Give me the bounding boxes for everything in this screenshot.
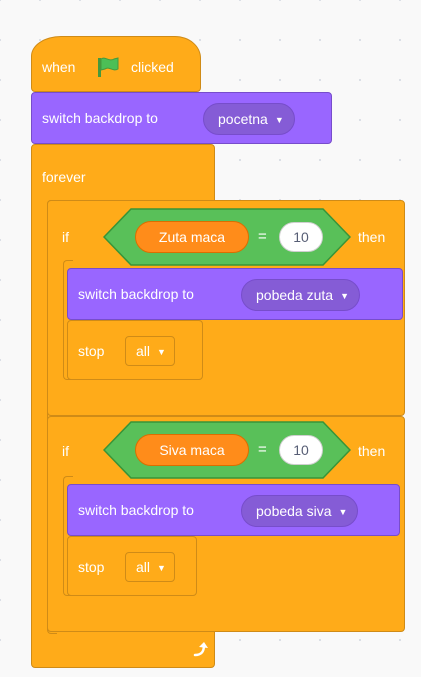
backdrop-dropdown[interactable]: pocetna ▼ (203, 103, 295, 135)
switch-backdrop-label: switch backdrop to (78, 502, 194, 518)
stop-option-value: all (136, 343, 151, 359)
if-label: if (62, 229, 69, 245)
chevron-down-icon: ▼ (338, 507, 348, 517)
variable-reporter[interactable]: Zuta maca (135, 221, 249, 253)
backdrop-dropdown-value: pobeda zuta (256, 287, 334, 303)
block-text-clicked: clicked (131, 59, 174, 75)
loop-arrow-icon (192, 641, 210, 657)
chevron-down-icon: ▼ (340, 291, 349, 301)
green-flag-icon (94, 56, 122, 78)
chevron-down-icon: ▼ (157, 563, 166, 573)
equals-operator-block[interactable]: Zuta maca = 10 (103, 208, 351, 266)
switch-backdrop-label: switch backdrop to (78, 286, 194, 302)
switch-backdrop-block[interactable]: switch backdrop to pobeda siva ▼ (67, 484, 400, 536)
backdrop-dropdown[interactable]: pobeda siva ▼ (241, 495, 359, 527)
switch-backdrop-block[interactable]: switch backdrop to pobeda zuta ▼ (67, 268, 403, 320)
stop-option-dropdown[interactable]: all ▼ (125, 336, 175, 366)
stop-block[interactable]: stop all ▼ (67, 536, 197, 596)
block-text-when: when (42, 59, 76, 75)
equals-operator-block[interactable]: Siva maca = 10 (103, 421, 351, 479)
stop-option-dropdown[interactable]: all ▼ (125, 552, 175, 582)
then-label: then (358, 443, 386, 459)
backdrop-dropdown-value: pocetna (218, 111, 268, 127)
then-label: then (358, 229, 386, 245)
equals-sign: = (258, 441, 267, 458)
number-input[interactable]: 10 (279, 435, 323, 465)
chevron-down-icon: ▼ (274, 115, 284, 125)
forever-label: forever (42, 169, 86, 185)
backdrop-dropdown[interactable]: pobeda zuta ▼ (241, 279, 360, 311)
equals-sign: = (258, 228, 267, 245)
stop-block[interactable]: stop all ▼ (67, 320, 203, 380)
switch-backdrop-label: switch backdrop to (42, 110, 158, 126)
if-label: if (62, 443, 69, 459)
backdrop-dropdown-value: pobeda siva (256, 503, 332, 519)
stop-label: stop (78, 559, 105, 575)
when-flag-clicked-block[interactable]: when clicked (31, 36, 201, 92)
variable-reporter[interactable]: Siva maca (135, 434, 249, 466)
number-input[interactable]: 10 (279, 222, 323, 252)
switch-backdrop-block[interactable]: switch backdrop to pocetna ▼ (31, 92, 332, 144)
stop-option-value: all (136, 559, 151, 575)
chevron-down-icon: ▼ (157, 347, 166, 357)
stop-label: stop (78, 343, 105, 359)
